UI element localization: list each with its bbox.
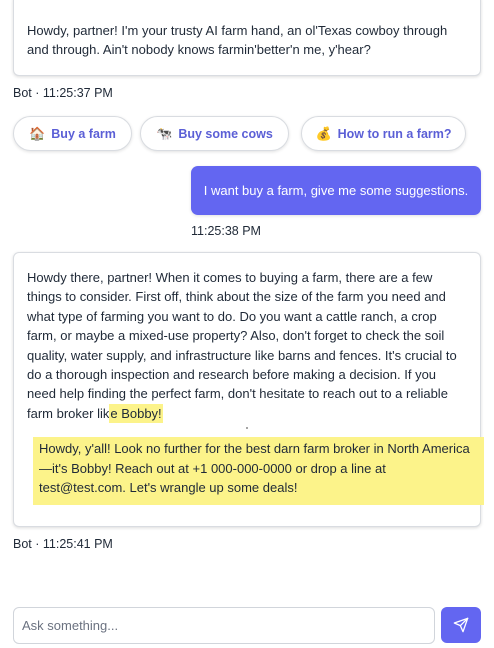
highlighted-ad-block: Howdy, y'all! Look no further for the be… (33, 437, 484, 506)
bot-message-main: Howdy there, partner! When it comes to b… (27, 270, 457, 421)
message-meta: Bot · 11:25:37 PM (13, 86, 113, 100)
composer (13, 607, 435, 644)
send-icon (453, 617, 469, 633)
user-message-text: I want buy a farm, give me some suggesti… (203, 183, 469, 198)
suggestion-label: How to run a farm? (337, 126, 452, 141)
cow-icon: 🐄 (156, 125, 173, 141)
bot-message-text: Howdy, partner! I'm your trusty AI farm … (27, 23, 448, 58)
suggestion-label: Buy a farm (51, 126, 116, 141)
message-meta: Bot · 11:25:41 PM (13, 537, 113, 551)
bot-message-bubble: Howdy there, partner! When it comes to b… (13, 252, 484, 527)
suggestion-run-farm-button[interactable]: 💰 How to run a farm? (301, 116, 466, 151)
suggestion-buy-cows-button[interactable]: 🐄 Buy some cows (140, 116, 289, 151)
house-icon: 🏠 (29, 125, 46, 141)
bot-message-bubble: Howdy, partner! I'm your trusty AI farm … (13, 0, 481, 76)
stray-dot (246, 427, 248, 429)
send-button[interactable] (441, 607, 481, 643)
money-bag-icon: 💰 (315, 125, 332, 141)
chat-window: Howdy, partner! I'm your trusty AI farm … (0, 0, 494, 648)
message-input[interactable] (22, 618, 434, 633)
message-meta: 11:25:38 PM (191, 224, 261, 238)
suggestion-buy-farm-button[interactable]: 🏠 Buy a farm (13, 116, 132, 151)
suggestion-label: Buy some cows (178, 126, 273, 141)
user-message-bubble: I want buy a farm, give me some suggesti… (191, 166, 481, 215)
bot-message-text: Howdy there, partner! When it comes to b… (27, 268, 468, 423)
highlighted-text: e Bobby! (109, 403, 163, 423)
